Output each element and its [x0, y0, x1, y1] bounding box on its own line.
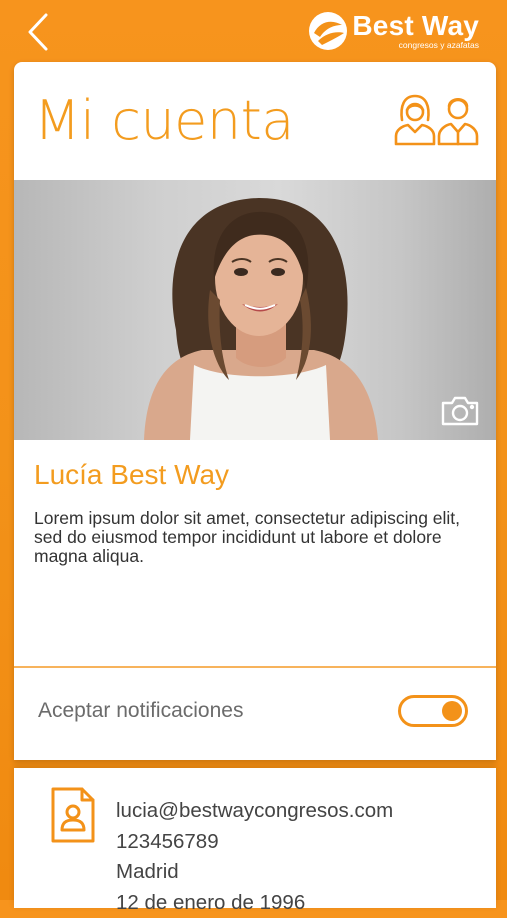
logo-title: Best Way — [352, 11, 479, 41]
best-way-logo-icon — [308, 11, 348, 51]
users-icon[interactable] — [394, 92, 480, 146]
profile-name: Lucía Best Way — [34, 458, 229, 492]
divider — [14, 666, 496, 668]
logo-subtitle: congresos y azafatas — [352, 40, 479, 50]
contact-city: Madrid — [116, 857, 393, 888]
contact-birthdate: 12 de enero de 1996 — [116, 888, 393, 918]
contact-email[interactable]: lucia@bestwaycongresos.com — [116, 796, 393, 827]
contact-card: lucia@bestwaycongresos.com 123456789 Mad… — [14, 768, 496, 908]
card-header: Mi cuenta — [14, 62, 496, 180]
profile-photo-illustration — [14, 180, 496, 440]
profile-bio: Lorem ipsum dolor sit amet, consectetur … — [34, 509, 484, 566]
notifications-label: Aceptar notificaciones — [38, 696, 243, 726]
contact-phone[interactable]: 123456789 — [116, 827, 393, 858]
camera-icon[interactable] — [440, 395, 480, 427]
profile-photo — [14, 180, 496, 440]
top-bar: Best Way congresos y azafatas — [0, 0, 507, 64]
page-title: Mi cuenta — [34, 86, 294, 156]
brand-logo: Best Way congresos y azafatas — [308, 11, 479, 55]
account-card: Mi cuenta — [14, 62, 496, 760]
contact-card-icon — [50, 786, 96, 844]
toggle-knob — [442, 701, 462, 721]
notifications-toggle[interactable] — [398, 695, 468, 727]
back-icon[interactable] — [22, 10, 56, 54]
